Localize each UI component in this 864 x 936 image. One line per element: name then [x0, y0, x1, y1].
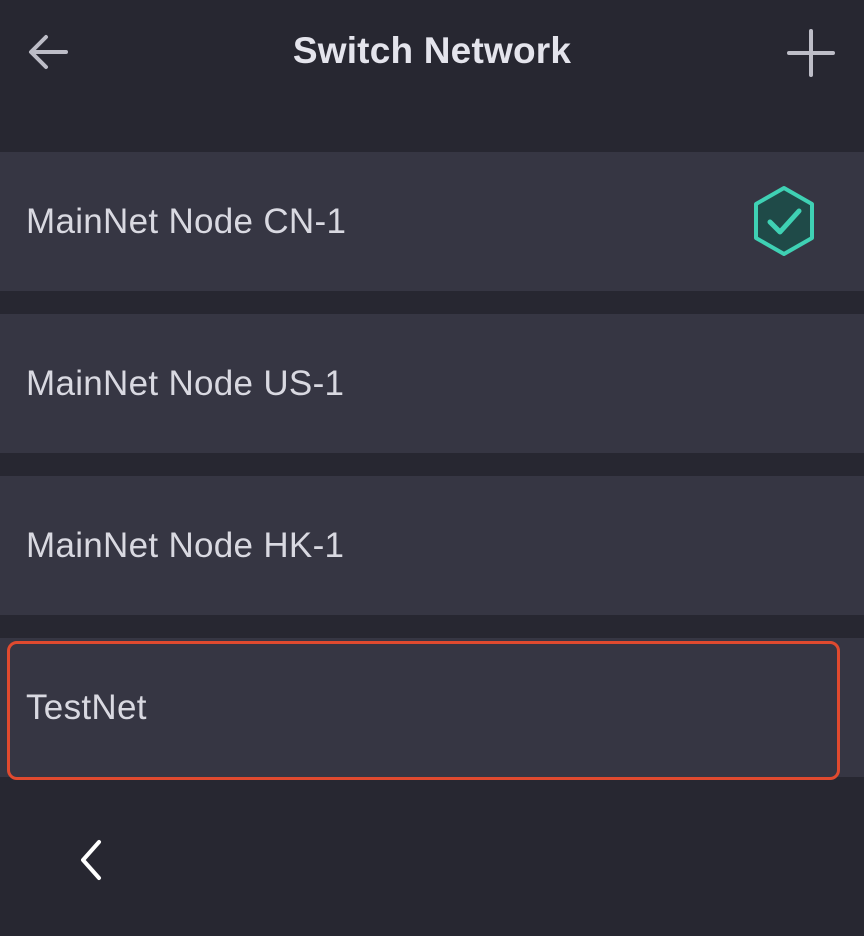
- network-item-label: MainNet Node CN-1: [26, 201, 347, 241]
- network-item-mainnet-cn-1[interactable]: MainNet Node CN-1: [0, 152, 864, 291]
- network-item-label: MainNet Node US-1: [26, 363, 345, 403]
- page-title: Switch Network: [292, 30, 572, 71]
- network-item-testnet[interactable]: TestNet: [0, 638, 864, 777]
- chevron-left-icon: [81, 840, 101, 880]
- network-item-mainnet-us-1[interactable]: MainNet Node US-1: [0, 314, 864, 453]
- network-item-label: MainNet Node HK-1: [26, 525, 345, 565]
- add-network-button[interactable]: [782, 24, 840, 82]
- plus-icon: [787, 29, 835, 77]
- network-item-mainnet-hk-1[interactable]: MainNet Node HK-1: [0, 476, 864, 615]
- header-bar: Switch Network: [0, 0, 864, 104]
- nav-back-button[interactable]: [66, 830, 114, 890]
- network-item-label: TestNet: [26, 687, 147, 727]
- selected-check-icon: [754, 186, 814, 256]
